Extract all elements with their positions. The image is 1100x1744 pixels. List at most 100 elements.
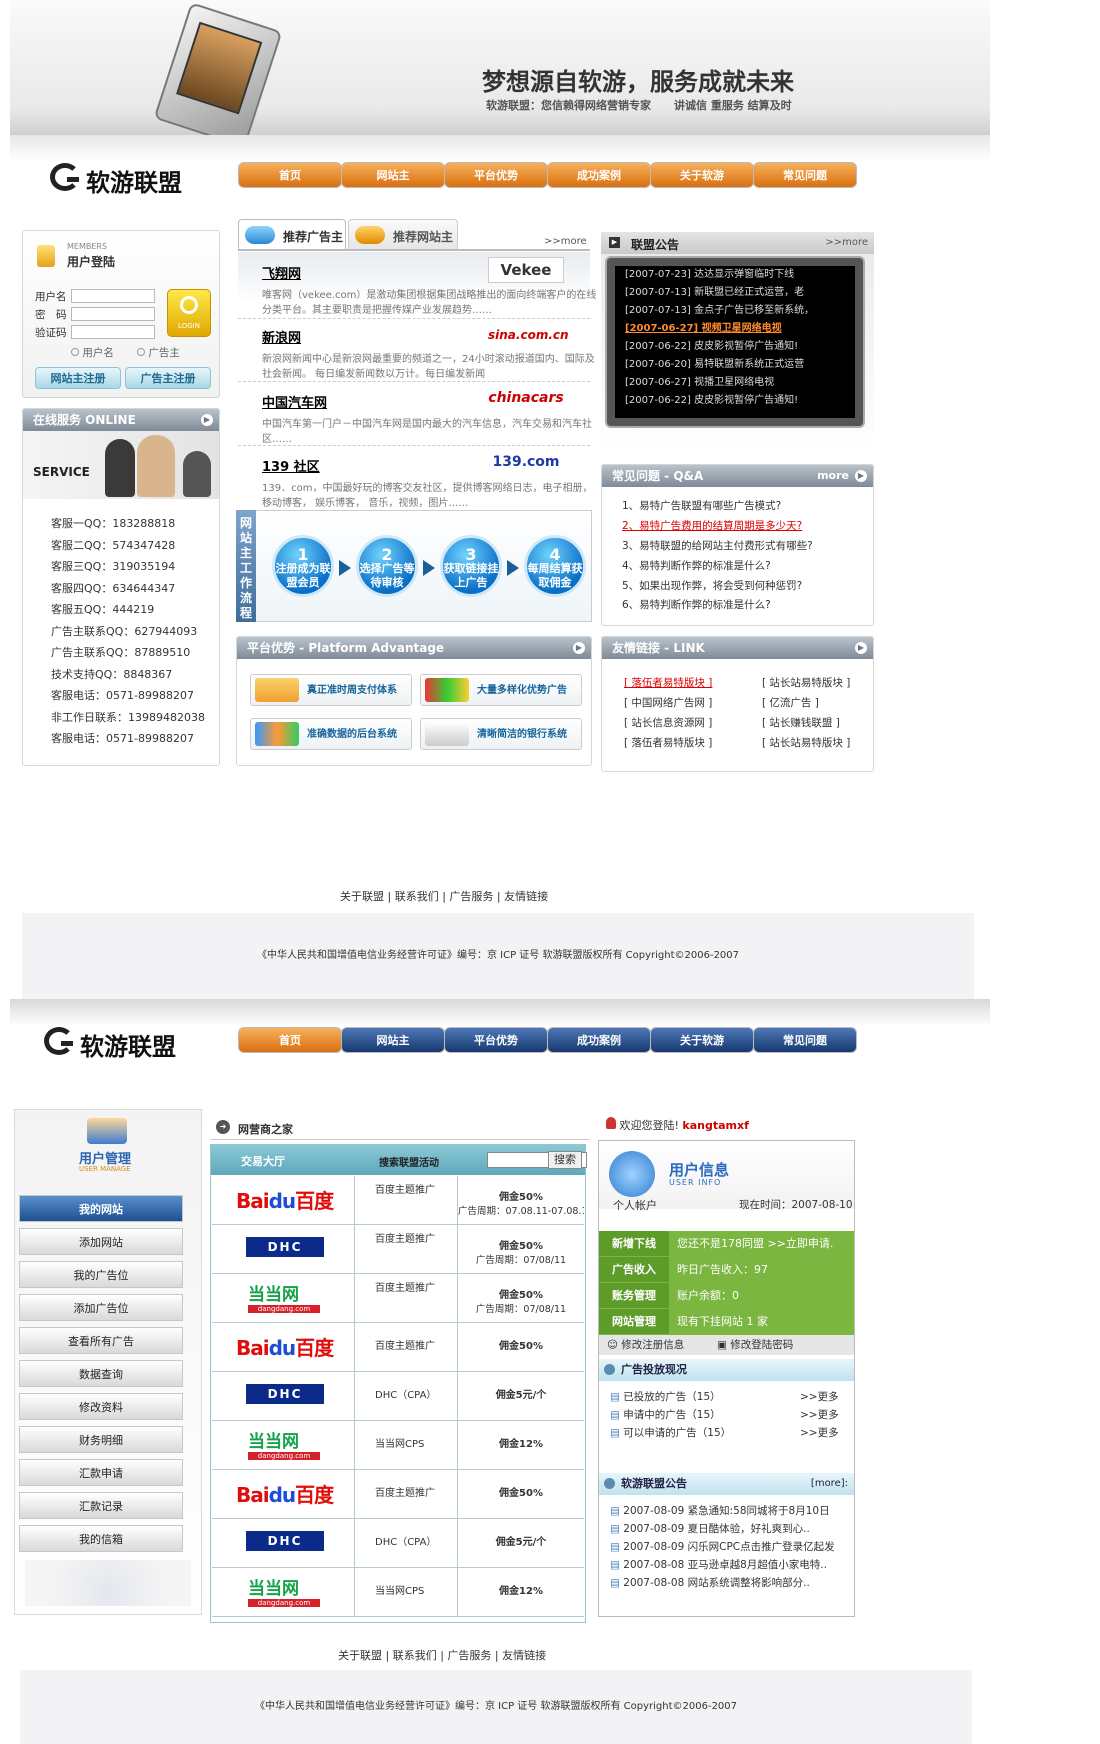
ad-item[interactable]: 139 社区 139.com 139．com，中国最好玩的博客交友社区，提供博客… <box>262 454 597 512</box>
radio-username[interactable]: 用户名 <box>71 345 114 360</box>
notice-item[interactable]: [2007-06-22] 皮皮影视暂停广告通知! <box>615 392 855 410</box>
nav-home[interactable]: 首页 <box>238 1027 342 1053</box>
menu-my-sites[interactable]: 我的网站 <box>19 1195 183 1222</box>
ad-row[interactable]: 当当网 dangdang.com 当当网CPS 佣金12% <box>212 1421 584 1470</box>
menu-my-ad-slots[interactable]: 我的广告位 <box>19 1261 183 1288</box>
ad-logo-cell[interactable]: 当当网 dangdang.com <box>212 1421 355 1469</box>
radio-advertiser[interactable]: 广告主 <box>137 345 180 360</box>
link-item[interactable]: [ 落伍者易特版块 ] <box>624 675 712 690</box>
ad-status-item[interactable]: ▤ 已投放的广告（15） >>更多 <box>610 1388 846 1406</box>
menu-mailbox[interactable]: 我的信箱 <box>19 1525 183 1552</box>
ad-status-item[interactable]: ▤ 申请中的广告（15） >>更多 <box>610 1406 846 1424</box>
faq-more-link[interactable]: more <box>817 465 849 487</box>
menu-data-query[interactable]: 数据查询 <box>19 1360 183 1387</box>
notice-more-link[interactable]: >>more <box>825 237 868 248</box>
link-item[interactable]: [ 站长赚钱联盟 ] <box>762 715 840 730</box>
nav-cases[interactable]: 成功案例 <box>547 1027 651 1053</box>
ad-logo-cell[interactable]: Baidu百度 <box>212 1470 355 1518</box>
arrow-icon[interactable]: ▶ <box>201 414 213 426</box>
union-notice-more[interactable]: [more]: <box>811 1473 848 1495</box>
union-notice-item[interactable]: ▤ 2007-08-09 紧急通知:58同城将于8月10日 <box>610 1502 850 1520</box>
faq-item[interactable]: 1、易特广告联盟有哪些广告模式? <box>622 497 868 517</box>
username-input[interactable] <box>71 289 155 303</box>
webmaster-register-button[interactable]: 网站主注册 <box>35 367 121 389</box>
union-notice-item[interactable]: ▤ 2007-08-09 闪乐网CPC点击推广登录亿起发 <box>610 1538 850 1556</box>
ad-row[interactable]: Baidu百度 百度主题推广 佣金50% <box>212 1470 584 1519</box>
advertiser-register-button[interactable]: 广告主注册 <box>125 367 211 389</box>
brand-logo[interactable]: 软游联盟 <box>50 163 182 198</box>
edit-info-link[interactable]: ☺ 修改注册信息 <box>607 1335 684 1355</box>
menu-add-site[interactable]: 添加网站 <box>19 1228 183 1255</box>
link-item[interactable]: [ 站长信息资源网 ] <box>624 715 712 730</box>
nav-home[interactable]: 首页 <box>238 162 342 188</box>
menu-edit-profile[interactable]: 修改资料 <box>19 1393 183 1420</box>
footer-link[interactable]: 友情链接 <box>504 890 548 903</box>
ad-logo-cell[interactable]: 当当网 dangdang.com <box>212 1568 355 1616</box>
login-button[interactable]: LOGIN <box>167 289 211 337</box>
notice-item[interactable]: [2007-07-23] 达达显示弹窗临时下线 <box>615 266 855 284</box>
password-input[interactable] <box>71 307 155 321</box>
info-row-value[interactable]: 账户余额：0 <box>677 1283 739 1309</box>
notice-item[interactable]: [2007-06-22] 皮皮影视暂停广告通知! <box>615 338 855 356</box>
faq-item[interactable]: 5、如果出现作弊，将会受到何种惩罚? <box>622 577 868 597</box>
notice-item[interactable]: [2007-07-13] 新联盟已经正式运营，老 <box>615 284 855 302</box>
ad-logo-cell[interactable]: DHC <box>212 1225 355 1273</box>
ad-row[interactable]: 当当网 dangdang.com 当当网CPS 佣金12% <box>212 1568 584 1617</box>
advantage-item[interactable]: 准确数据的后台系统 <box>250 718 412 750</box>
ad-status-more[interactable]: >>更多 <box>800 1424 839 1442</box>
ad-item[interactable]: 飞翔网 Vekee 唯客网（vekee.com）是激动集团根据集团战略推出的面向… <box>262 257 597 319</box>
tab-recommended-webmaster[interactable]: 推荐网站主 <box>348 219 458 249</box>
ad-logo-cell[interactable]: Baidu百度 <box>212 1323 355 1371</box>
notice-item[interactable]: [2007-06-27] 视播卫星网络电视 <box>615 374 855 392</box>
tab-recommended-advertiser[interactable]: 推荐广告主 <box>238 219 346 249</box>
footer-link[interactable]: 联系我们 <box>393 1649 437 1662</box>
nav-faq[interactable]: 常见问题 <box>753 162 857 188</box>
notice-item[interactable]: [2007-06-27] 视频卫星网络电视 <box>615 320 855 338</box>
ad-row[interactable]: DHC DHC（CPA） 佣金5元/个 <box>212 1519 584 1568</box>
ad-row[interactable]: 当当网 dangdang.com 百度主题推广 佣金50% 广告周期：07/08/11 <box>212 1274 584 1323</box>
link-item[interactable]: [ 落伍者易特版块 ] <box>624 735 712 750</box>
union-notice-item[interactable]: ▤ 2007-08-08 网站系统调整将影响部分.. <box>610 1574 850 1592</box>
ad-logo-cell[interactable]: 当当网 dangdang.com <box>212 1274 355 1322</box>
nav-about[interactable]: 关于软游 <box>650 162 754 188</box>
link-item[interactable]: [ 亿流广告 ] <box>762 695 819 710</box>
ad-row[interactable]: DHC DHC（CPA） 佣金5元/个 <box>212 1372 584 1421</box>
menu-remit-apply[interactable]: 汇款申请 <box>19 1459 183 1486</box>
union-notice-item[interactable]: ▤ 2007-08-09 夏日酷体验，好礼爽到心.. <box>610 1520 850 1538</box>
nav-advantage[interactable]: 平台优势 <box>444 1027 548 1053</box>
arrow-icon[interactable]: ▶ <box>855 470 867 482</box>
nav-cases[interactable]: 成功案例 <box>547 162 651 188</box>
footer-link[interactable]: 广告服务 <box>447 1649 491 1662</box>
ad-status-more[interactable]: >>更多 <box>800 1406 839 1424</box>
arrow-icon[interactable]: ▶ <box>855 642 867 654</box>
nav-faq[interactable]: 常见问题 <box>753 1027 857 1053</box>
union-notice-item[interactable]: ▤ 2007-08-08 亚马逊卓越8月超值小家电特.. <box>610 1556 850 1574</box>
footer-link[interactable]: 广告服务 <box>449 890 493 903</box>
ad-item[interactable]: 中国汽车网 chinacars 中国汽车第一门户－中国汽车网是国内最大的汽车信息… <box>262 390 597 448</box>
search-button[interactable]: 搜索 <box>548 1151 582 1169</box>
menu-finance[interactable]: 财务明细 <box>19 1426 183 1453</box>
ad-logo-cell[interactable]: Baidu百度 <box>212 1176 355 1224</box>
ad-status-more[interactable]: >>更多 <box>800 1388 839 1406</box>
notice-item[interactable]: [2007-06-20] 易特联盟新系统正式运营 <box>615 356 855 374</box>
menu-remit-records[interactable]: 汇款记录 <box>19 1492 183 1519</box>
faq-item[interactable]: 6、易特判断作弊的标准是什么? <box>622 596 868 616</box>
info-row-value[interactable]: 现有下挂网站 1 家 <box>677 1309 768 1335</box>
nav-about[interactable]: 关于软游 <box>650 1027 754 1053</box>
footer-link[interactable]: 联系我们 <box>395 890 439 903</box>
footer-link[interactable]: 关于联盟 <box>340 890 384 903</box>
nav-advantage[interactable]: 平台优势 <box>444 162 548 188</box>
brand-logo-2[interactable]: 软游联盟 <box>44 1027 176 1062</box>
advantage-item[interactable]: 真正准时周支付体系 <box>250 674 412 706</box>
footer-link[interactable]: 友情链接 <box>502 1649 546 1662</box>
menu-view-all-ads[interactable]: 查看所有广告 <box>19 1327 183 1354</box>
ad-row[interactable]: Baidu百度 百度主题推广 佣金50% 广告周期：07.08.11-07.08.19 <box>212 1176 584 1225</box>
menu-add-ad-slot[interactable]: 添加广告位 <box>19 1294 183 1321</box>
faq-item[interactable]: 4、易特判断作弊的标准是什么? <box>622 557 868 577</box>
nav-webmaster[interactable]: 网站主 <box>341 1027 445 1053</box>
link-item[interactable]: [ 站长站易特版块 ] <box>762 735 850 750</box>
faq-item[interactable]: 2、易特广告费用的结算周期是多少天? <box>622 517 868 537</box>
faq-item[interactable]: 3、易特联盟的给网站主付费形式有哪些? <box>622 537 868 557</box>
info-row-value[interactable]: 昨日广告收入：97 <box>677 1257 768 1283</box>
notice-item[interactable]: [2007-07-13] 金点子广告已移至新系统， <box>615 302 855 320</box>
